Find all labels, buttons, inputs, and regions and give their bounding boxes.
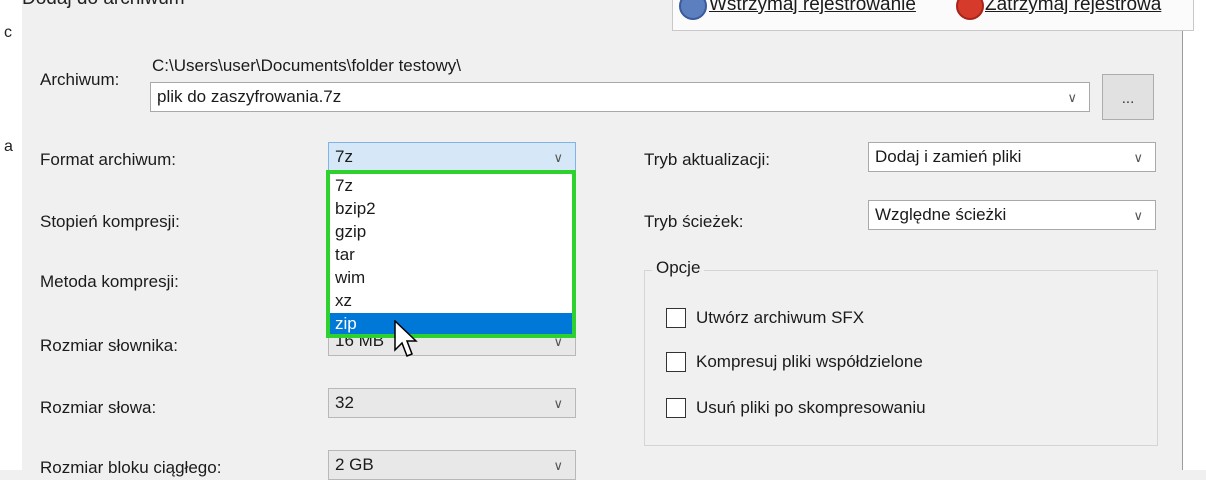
shared-files-checkbox-label[interactable]: Kompresuj pliki współdzielone xyxy=(696,352,923,372)
sfx-checkbox-label[interactable]: Utwórz archiwum SFX xyxy=(696,308,864,328)
delete-after-checkbox-label[interactable]: Usuń pliki po skompresowaniu xyxy=(696,398,926,418)
format-label: Format archiwum: xyxy=(40,150,177,169)
chevron-down-icon[interactable]: ∨ xyxy=(1067,84,1077,112)
format-option[interactable]: 7z xyxy=(329,175,573,198)
stop-recording-button[interactable]: Zatrzymaj rejestrowa xyxy=(985,0,1161,16)
update-mode-combo[interactable]: Dodaj i zamień pliki ∨ xyxy=(868,142,1156,172)
background-window-left: c a xyxy=(0,0,23,470)
browse-button[interactable]: ... xyxy=(1102,74,1154,120)
archive-name-combo[interactable]: plik do zaszyfrowania.7z ∨ xyxy=(150,82,1090,112)
background-text-fragment: c xyxy=(4,24,12,41)
chevron-down-icon[interactable]: ∨ xyxy=(1133,144,1143,172)
format-option[interactable]: gzip xyxy=(329,221,573,244)
path-mode-combo[interactable]: Względne ścieżki ∨ xyxy=(868,200,1156,230)
format-option-selected[interactable]: zip xyxy=(329,313,573,336)
solid-block-size-label: Rozmiar bloku ciągłego: xyxy=(40,458,222,477)
path-mode-value: Względne ścieżki xyxy=(875,205,1007,224)
options-group-title: Opcje xyxy=(652,258,705,278)
update-mode-label: Tryb aktualizacji: xyxy=(644,150,770,169)
shared-files-checkbox[interactable] xyxy=(666,352,686,372)
dialog-title: Dodaj do archiwum xyxy=(22,0,185,10)
format-dropdown-list[interactable]: 7z bzip2 gzip tar wim xz zip xyxy=(328,172,574,338)
format-value: 7z xyxy=(335,147,353,166)
format-option[interactable]: xz xyxy=(329,290,573,313)
word-size-combo[interactable]: 32 ∨ xyxy=(328,388,576,418)
chevron-down-icon[interactable]: ∨ xyxy=(1133,202,1143,230)
archive-name-value: plik do zaszyfrowania.7z xyxy=(157,87,342,106)
path-mode-label: Tryb ścieżek: xyxy=(644,212,744,231)
chevron-down-icon[interactable]: ∨ xyxy=(553,144,563,172)
chevron-down-icon[interactable]: ∨ xyxy=(553,390,563,418)
compression-method-label: Metoda kompresji: xyxy=(40,272,179,291)
archive-label: Archiwum: xyxy=(40,70,120,89)
word-size-value: 32 xyxy=(335,393,354,412)
mouse-pointer-icon xyxy=(394,320,418,357)
recording-toolbar: Wstrzymaj rejestrowanie Zatrzymaj rejest… xyxy=(672,0,1194,31)
format-option[interactable]: tar xyxy=(329,244,573,267)
dictionary-size-label: Rozmiar słownika: xyxy=(40,336,178,355)
compression-level-label: Stopień kompresji: xyxy=(40,212,180,231)
word-size-label: Rozmiar słowa: xyxy=(40,398,157,417)
background-text-fragment: a xyxy=(4,138,13,155)
archive-path: C:\Users\user\Documents\folder testowy\ xyxy=(152,56,461,75)
update-mode-value: Dodaj i zamień pliki xyxy=(875,147,1022,166)
chevron-down-icon[interactable]: ∨ xyxy=(553,452,563,480)
sfx-checkbox[interactable] xyxy=(666,308,686,328)
pause-recording-button[interactable]: Wstrzymaj rejestrowanie xyxy=(709,0,916,16)
stop-icon[interactable] xyxy=(956,0,984,20)
delete-after-checkbox[interactable] xyxy=(666,398,686,418)
format-option[interactable]: bzip2 xyxy=(329,198,573,221)
solid-block-size-value: 2 GB xyxy=(335,455,374,474)
format-combo[interactable]: 7z ∨ xyxy=(328,142,576,172)
format-option[interactable]: wim xyxy=(329,267,573,290)
solid-block-size-combo[interactable]: 2 GB ∨ xyxy=(328,450,576,480)
pause-icon[interactable] xyxy=(679,0,707,20)
background-window-right xyxy=(1182,0,1206,470)
